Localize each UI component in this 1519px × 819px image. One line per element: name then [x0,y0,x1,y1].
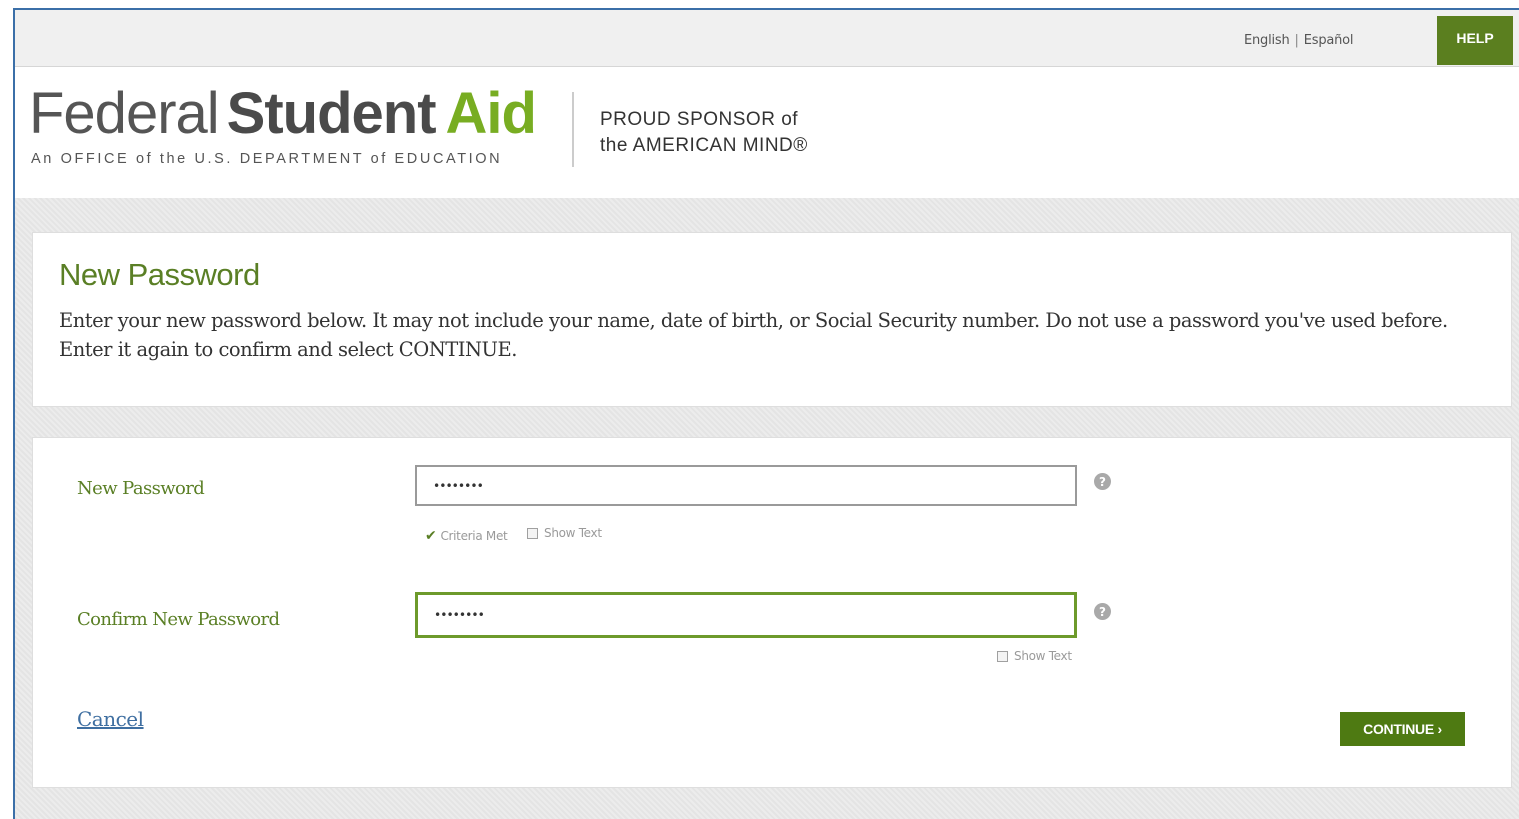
logo-word-student: Student [226,81,437,146]
confirm-password-help-icon[interactable]: ? [1094,603,1111,620]
logo-subtitle: An OFFICE of the U.S. DEPARTMENT of EDUC… [31,151,503,167]
confirm-password-input[interactable] [415,592,1077,638]
new-password-help-icon[interactable]: ? [1094,473,1111,490]
show-text-label: Show Text [544,526,602,540]
page-instructions: Enter your new password below. It may no… [59,309,1448,361]
logo-word-aid: Aid [445,81,537,146]
continue-button[interactable]: CONTINUE › [1340,712,1465,746]
language-switcher: English | Español [1244,33,1354,48]
logo-divider [572,92,574,167]
page-title: New Password [59,257,260,292]
new-password-input[interactable] [415,465,1077,506]
utility-bar: English | Español HELP [15,10,1519,67]
federal-student-aid-logo[interactable]: Federal Student Aid [29,85,537,143]
browser-page: English | Español HELP Federal Student Aid A… [13,8,1519,819]
site-header: Federal Student Aid An OFFICE of the U.S. … [15,67,1519,198]
intro-card: New Password Enter your new password bel… [32,232,1512,407]
criteria-met-status: ✔ Criteria Met [425,528,508,544]
confirm-password-label: Confirm New Password [77,609,280,630]
criteria-met-label: Criteria Met [440,529,508,543]
help-button[interactable]: HELP [1437,16,1513,65]
new-password-label: New Password [77,478,205,499]
language-english-link[interactable]: English [1244,33,1290,48]
confirm-show-text-label: Show Text [1014,649,1072,663]
language-separator: | [1294,33,1299,48]
password-form-card: New Password ? ✔Criteria Met Show Text C… [32,437,1512,788]
language-spanish-link[interactable]: Español [1304,33,1354,48]
confirm-password-show-text[interactable]: Show Text [997,649,1072,663]
sponsor-tagline: PROUD SPONSOR of the AMERICAN MIND® [600,109,808,156]
confirm-show-text-checkbox[interactable] [997,650,1008,662]
checkmark-icon: ✔ [425,528,437,544]
new-password-show-text[interactable]: Show Text [527,526,602,540]
cancel-link[interactable]: Cancel [77,707,144,731]
show-text-checkbox[interactable] [527,527,538,539]
logo-word-federal: Federal [29,81,220,146]
